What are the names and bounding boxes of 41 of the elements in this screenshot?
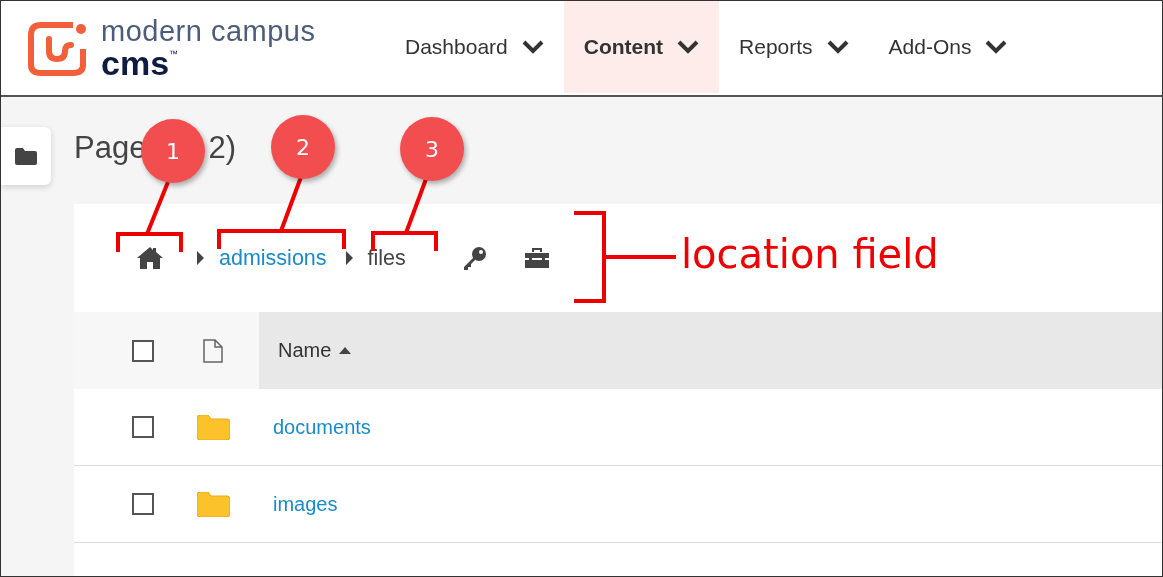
bracket-mark — [116, 232, 183, 252]
leader-line — [279, 176, 303, 232]
checkbox[interactable] — [132, 416, 154, 438]
file-icon — [202, 338, 224, 363]
caret-right-icon — [344, 251, 354, 265]
trademark-mark: ™ — [169, 49, 179, 59]
annotation-label: location field — [681, 231, 939, 277]
chevron-down-icon — [677, 40, 700, 54]
home-icon[interactable] — [136, 246, 164, 270]
bracket-mark — [371, 231, 438, 251]
folder-link[interactable]: images — [273, 492, 338, 516]
sidebar-tab[interactable] — [1, 127, 51, 185]
toolbox-icon[interactable] — [523, 247, 550, 269]
folder-icon — [197, 491, 230, 517]
chevron-down-icon — [521, 40, 544, 54]
nav-menu-item[interactable]: Add-Ons — [868, 1, 1028, 93]
nav-menu-item[interactable]: Reports — [719, 1, 869, 93]
breadcrumb-current: files — [367, 245, 406, 271]
chevron-down-icon — [826, 40, 849, 54]
checkbox[interactable] — [132, 493, 154, 515]
logo-text: modern campus — [101, 16, 316, 46]
logo-icon — [27, 19, 87, 77]
nav-menu-item[interactable]: Content — [563, 1, 720, 93]
callout-number: 2 — [271, 115, 335, 179]
logo-product-name: cms — [101, 45, 170, 80]
leader-line — [604, 255, 676, 259]
key-icon[interactable] — [461, 245, 488, 271]
breadcrumb-link[interactable]: admissions — [219, 245, 327, 271]
chevron-down-icon — [985, 40, 1008, 54]
leader-line — [404, 178, 428, 234]
checkbox[interactable] — [132, 339, 154, 362]
folder-link[interactable]: documents — [273, 415, 371, 439]
callout-number: 3 — [400, 117, 464, 181]
callout-number: 1 — [141, 119, 205, 183]
nav-menu-item[interactable]: Dashboard — [385, 1, 564, 93]
name-column-header[interactable]: Name — [278, 339, 352, 362]
page-title-count: 2) — [208, 129, 236, 166]
folder-icon — [197, 414, 230, 440]
folder-icon — [15, 147, 37, 165]
caret-right-icon — [196, 251, 205, 265]
leader-line — [145, 181, 170, 235]
